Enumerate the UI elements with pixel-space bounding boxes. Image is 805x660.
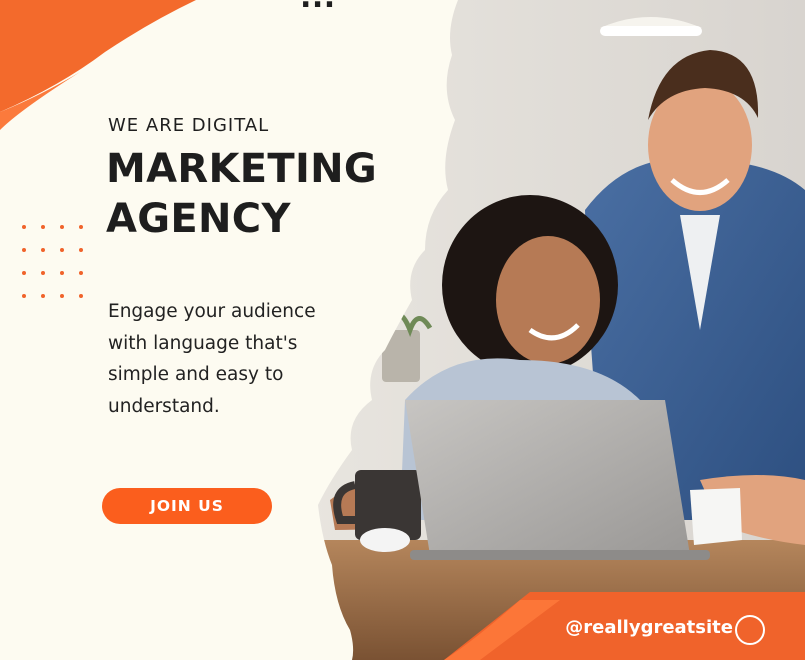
join-us-button[interactable]: JOIN US bbox=[102, 488, 272, 524]
headline: MARKETING AGENCY bbox=[106, 144, 377, 244]
poster: ... WE ARE DIGITAL MARKETING AGENCY Enga… bbox=[0, 0, 805, 660]
eyebrow-text: WE ARE DIGITAL bbox=[108, 115, 270, 136]
headline-line-1: MARKETING bbox=[106, 146, 378, 192]
headline-line-2: AGENCY bbox=[106, 196, 291, 242]
top-cut-title: ... bbox=[300, 0, 336, 15]
social-handle[interactable]: @reallygreatsite bbox=[565, 617, 733, 638]
circle-icon bbox=[735, 615, 765, 645]
body-copy: Engage your audience with language that'… bbox=[108, 301, 316, 417]
